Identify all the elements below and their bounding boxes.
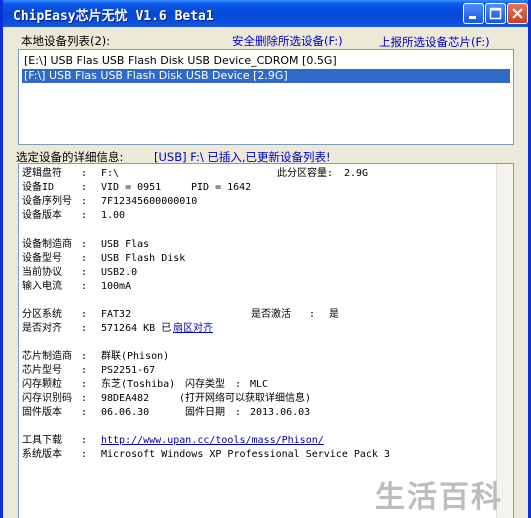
minimize-button[interactable] bbox=[463, 3, 484, 24]
sep: : bbox=[81, 365, 88, 376]
current-label: 输入电流 bbox=[22, 281, 62, 292]
maximize-icon bbox=[489, 7, 502, 20]
sep: : bbox=[81, 239, 88, 250]
chip-maker-label: 芯片制造商 bbox=[22, 351, 72, 362]
sep: : bbox=[81, 351, 88, 362]
sep: : bbox=[81, 435, 88, 446]
aligned-value: 571264 KB 已 bbox=[101, 323, 172, 334]
chip-model-label: 芯片型号 bbox=[22, 365, 62, 376]
firmware-value: 06.06.30 bbox=[101, 407, 150, 418]
sep: : bbox=[81, 407, 88, 418]
sep: : bbox=[81, 379, 88, 390]
window-title: ChipEasy芯片无忧 V1.6 Beta1 bbox=[13, 9, 214, 24]
serial-value: 7F12345600000010 bbox=[101, 196, 198, 207]
safe-remove-link[interactable]: 安全删除所选设备(F:) bbox=[232, 33, 343, 49]
sep: : bbox=[81, 253, 88, 264]
os-label: 系统版本 bbox=[22, 449, 62, 460]
logical-drive-value: F:\ bbox=[101, 168, 120, 179]
close-button[interactable] bbox=[507, 3, 528, 24]
sector-aligned-link[interactable]: 扇区对齐 bbox=[173, 322, 213, 335]
details-scrollbar[interactable] bbox=[496, 164, 513, 518]
device-list-item-e[interactable]: [E:\] USB Flas USB Flash Disk USB Device… bbox=[22, 54, 510, 68]
report-chip-link[interactable]: 上报所选设备芯片(F:) bbox=[379, 34, 490, 50]
manufacturer-value: USB Flas bbox=[101, 239, 150, 250]
serial-label: 设备序列号 bbox=[22, 196, 72, 207]
flash-value: 东芝(Toshiba) bbox=[101, 379, 176, 390]
flash-type-value: MLC bbox=[250, 379, 269, 390]
flash-id-label: 闪存识别码 bbox=[22, 393, 72, 404]
manufacturer-label: 设备制造商 bbox=[22, 239, 72, 250]
details-panel[interactable]: 逻辑盘符 : F:\ 此分区容量: 2.9G 设备ID : VID = 0951… bbox=[18, 163, 514, 518]
sep: : bbox=[81, 281, 88, 292]
sep: : bbox=[81, 449, 88, 460]
sep: : bbox=[235, 407, 242, 418]
model-label: 设备型号 bbox=[22, 253, 62, 264]
protocol-value: USB2.0 bbox=[101, 267, 138, 278]
logical-drive-label: 逻辑盘符 bbox=[22, 168, 62, 179]
pid-value: PID = 1642 bbox=[191, 182, 252, 193]
model-value: USB Flash Disk bbox=[101, 253, 186, 264]
sep: : bbox=[81, 168, 88, 179]
minimize-icon bbox=[469, 16, 476, 19]
tool-download-link[interactable]: http://www.upan.cc/tools/mass/Phison/ bbox=[101, 434, 324, 447]
fs-value: FAT32 bbox=[101, 309, 132, 320]
watermark: 生活百科 bbox=[375, 480, 503, 515]
firmware-date-label: 固件日期 bbox=[185, 407, 225, 418]
protocol-label: 当前协议 bbox=[22, 267, 62, 278]
sep: : bbox=[81, 393, 88, 404]
tool-label: 工具下载 bbox=[22, 435, 62, 446]
sep: : bbox=[81, 182, 88, 193]
sep: : bbox=[235, 379, 242, 390]
sep: : bbox=[81, 267, 88, 278]
flash-label: 闪存颗粒 bbox=[22, 379, 62, 390]
device-list-label: 本地设备列表(2): bbox=[21, 34, 111, 48]
sep: : bbox=[309, 309, 316, 320]
flash-id-note: (打开网络可以获取详细信息) bbox=[179, 393, 312, 404]
main-window: ChipEasy芯片无忧 V1.6 Beta1 本地设备列表(2): 安全删除所… bbox=[0, 0, 531, 518]
chip-maker-value: 群联(Phison) bbox=[101, 351, 170, 362]
maximize-button[interactable] bbox=[485, 3, 506, 24]
os-value: Microsoft Windows XP Professional Servic… bbox=[101, 449, 390, 460]
device-list[interactable]: [E:\] USB Flas USB Flash Disk USB Device… bbox=[18, 49, 514, 145]
current-value: 100mA bbox=[101, 281, 132, 292]
device-list-item-f[interactable]: [F:\] USB Flas USB Flash Disk USB Device… bbox=[21, 68, 511, 84]
sep: : bbox=[81, 210, 88, 221]
sep: : bbox=[81, 323, 88, 334]
partition-capacity-value: 2.9G bbox=[344, 168, 369, 179]
vid-value: VID = 0951 bbox=[101, 182, 162, 193]
firmware-date-value: 2013.06.03 bbox=[250, 407, 311, 418]
flash-id-value: 98DEA482 bbox=[101, 393, 150, 404]
firmware-label: 固件版本 bbox=[22, 407, 62, 418]
version-value: 1.00 bbox=[101, 210, 126, 221]
fs-label: 分区系统 bbox=[22, 309, 62, 320]
version-label: 设备版本 bbox=[22, 210, 62, 221]
partition-capacity-label: 此分区容量: bbox=[277, 168, 334, 179]
close-icon bbox=[512, 8, 523, 19]
aligned-label: 是否对齐 bbox=[22, 323, 62, 334]
title-bar[interactable]: ChipEasy芯片无忧 V1.6 Beta1 bbox=[3, 0, 528, 27]
active-value: 是 bbox=[329, 309, 339, 320]
device-id-label: 设备ID bbox=[22, 182, 55, 193]
chip-model-value: PS2251-67 bbox=[101, 365, 156, 376]
sep: : bbox=[81, 196, 88, 207]
sep: : bbox=[81, 309, 88, 320]
flash-type-label: 闪存类型 bbox=[185, 379, 225, 390]
active-label: 是否激活 bbox=[251, 309, 291, 320]
